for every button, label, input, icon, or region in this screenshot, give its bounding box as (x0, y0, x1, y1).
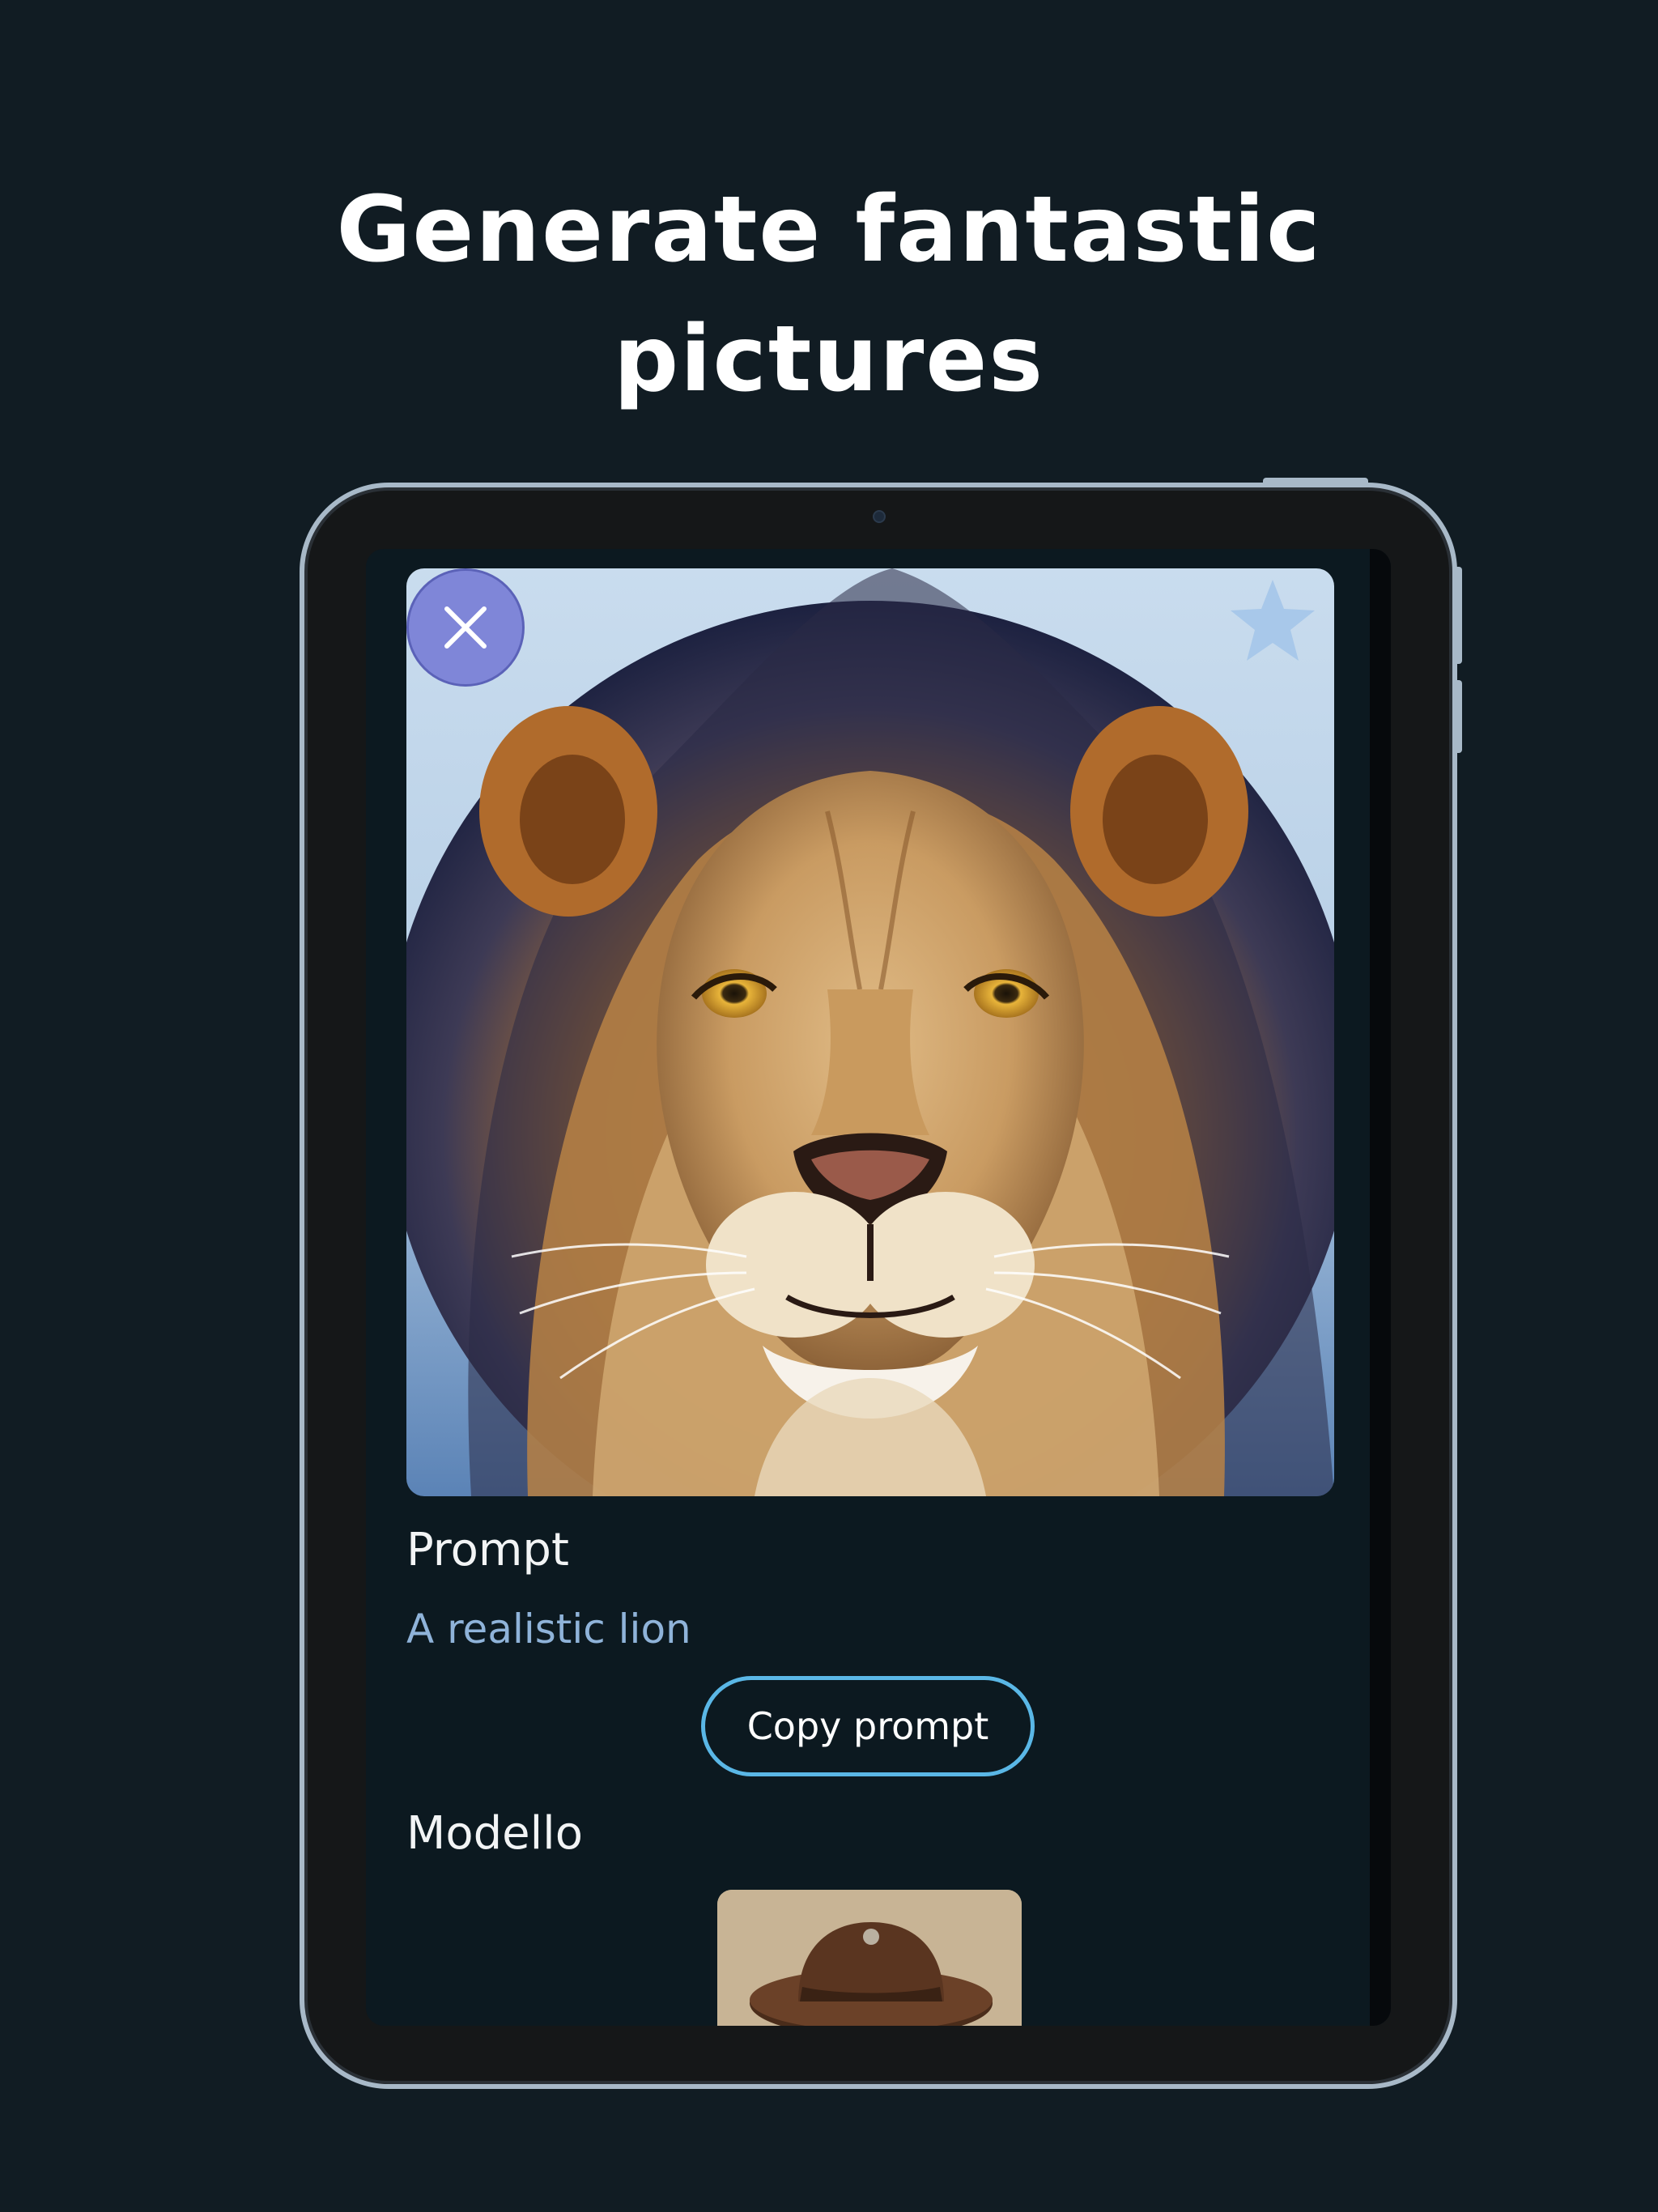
headline-line-1: Generate fantastic (336, 177, 1322, 283)
model-thumbnail[interactable] (717, 1890, 1022, 2026)
front-camera (873, 510, 886, 523)
generated-image-card (406, 568, 1334, 1496)
copy-prompt-button[interactable]: Copy prompt (701, 1676, 1035, 1776)
prompt-heading: Prompt (406, 1524, 569, 1576)
prompt-text: A realistic lion (406, 1606, 691, 1653)
star-icon (1231, 580, 1315, 661)
page-headline: Generate fantastic pictures (181, 165, 1477, 424)
copy-prompt-label: Copy prompt (746, 1704, 989, 1748)
favorite-button[interactable] (1224, 573, 1321, 670)
lion-portrait-image (406, 568, 1334, 1496)
model-heading: Modello (406, 1807, 583, 1860)
close-button[interactable] (406, 568, 525, 687)
headline-line-2: pictures (613, 307, 1045, 412)
app-screen: Prompt A realistic lion Copy prompt Mode… (366, 549, 1391, 2026)
close-icon (444, 606, 487, 649)
screen-bezel-edge (1370, 549, 1391, 2026)
man-with-hat-image (717, 1890, 1022, 2026)
